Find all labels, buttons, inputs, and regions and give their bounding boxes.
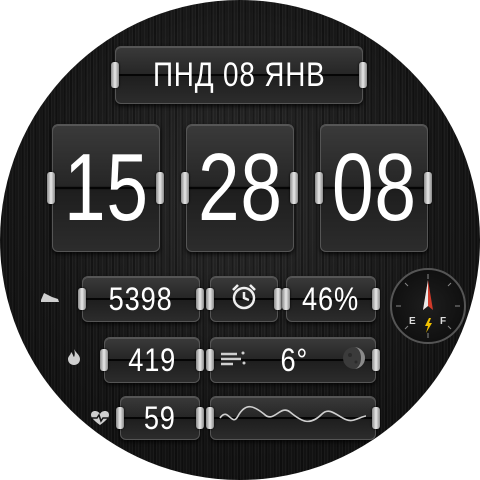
date-tile-hinge-right [359, 62, 367, 88]
alarm-hinge-right [274, 288, 282, 310]
calories-hinge-right [196, 349, 204, 371]
weather-hinge-left [206, 349, 214, 371]
calories-tile[interactable]: 419 [104, 337, 200, 383]
minutes-hinge-left [181, 172, 189, 204]
wind-icon [219, 348, 247, 373]
minutes-tile[interactable]: 28 [186, 124, 294, 252]
battery-hinge-right [372, 288, 380, 310]
steps-hinge-right [196, 288, 204, 310]
battery-value: 46% [302, 280, 360, 317]
hours-hinge-right [156, 172, 164, 204]
heart-rate-hinge-left [116, 407, 124, 429]
graph-hinge-right [372, 407, 380, 429]
date-text: ПНД 08 ЯНВ [152, 55, 326, 94]
compass-widget[interactable]: E F [390, 268, 466, 344]
hours-tile[interactable]: 15 [52, 124, 160, 252]
weather-tile[interactable]: 6° [210, 337, 376, 383]
alarm-hinge-left [206, 288, 214, 310]
compass-north-label: F [440, 316, 447, 327]
calories-value: 419 [128, 341, 176, 378]
alarm-clock-icon [229, 282, 259, 317]
battery-hinge-left [282, 288, 290, 310]
hours-hinge-left [47, 172, 55, 204]
calories-hinge-left [100, 349, 108, 371]
alarm-tile[interactable] [210, 276, 278, 322]
compass-dial-icon [396, 274, 460, 338]
heart-rate-value: 59 [144, 399, 176, 436]
graph-hinge-left [206, 407, 214, 429]
seconds-value: 08 [331, 134, 417, 241]
heart-rate-tile[interactable]: 59 [120, 396, 200, 440]
hours-value: 15 [63, 134, 149, 241]
seconds-hinge-left [315, 172, 323, 204]
watch-face: ПНД 08 ЯНВ 15 28 08 5398 46% E F 419 6° … [0, 0, 480, 480]
flame-icon [66, 348, 82, 369]
heart-rate-graph [218, 398, 368, 439]
minutes-hinge-right [290, 172, 298, 204]
heart-rate-graph-tile[interactable] [210, 396, 376, 440]
weather-hinge-right [372, 349, 380, 371]
seconds-hinge-right [424, 172, 432, 204]
moon-phase-icon [341, 345, 367, 376]
heart-pulse-icon [90, 410, 110, 429]
battery-tile[interactable]: 46% [286, 276, 376, 322]
date-tile-hinge-left [111, 62, 119, 88]
temperature-value: 6° [280, 341, 308, 378]
steps-tile[interactable]: 5398 [82, 276, 200, 322]
seconds-tile[interactable]: 08 [320, 124, 428, 252]
date-tile[interactable]: ПНД 08 ЯНВ [115, 46, 363, 104]
compass-east-label: E [409, 316, 416, 327]
steps-hinge-left [78, 288, 86, 310]
minutes-value: 28 [197, 134, 283, 241]
steps-value: 5398 [109, 280, 173, 317]
heart-rate-hinge-right [196, 407, 204, 429]
shoe-icon [40, 290, 60, 307]
